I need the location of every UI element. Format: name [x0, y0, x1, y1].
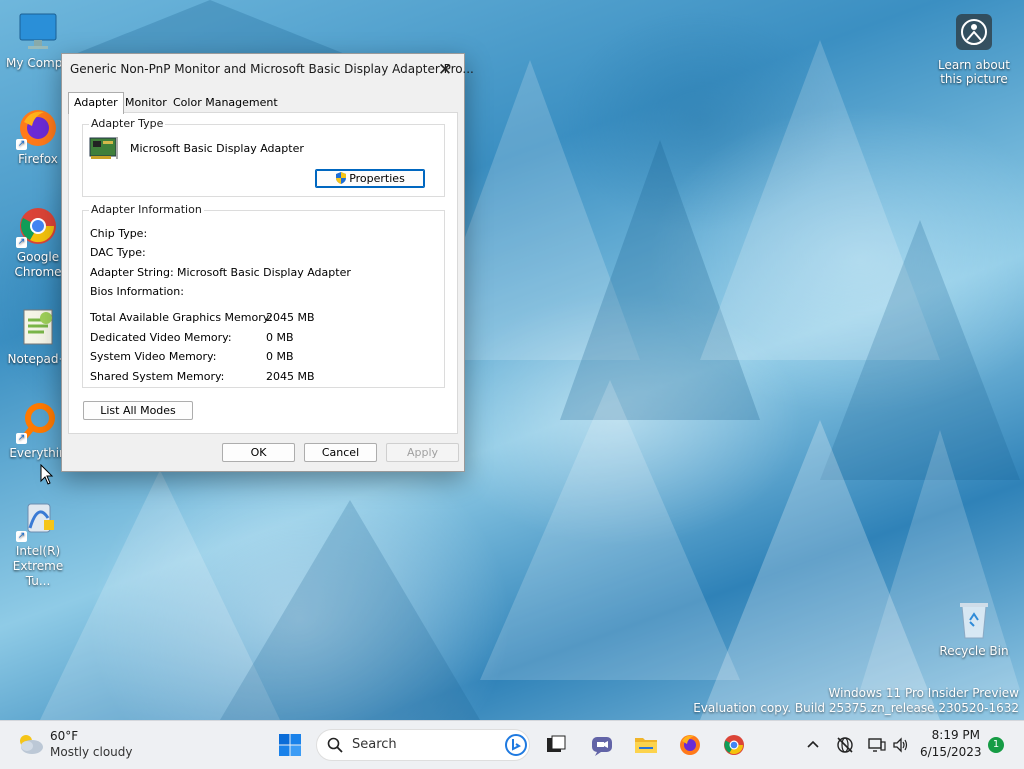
- evaluation-watermark: Windows 11 Pro Insider Preview Evaluatio…: [693, 686, 1019, 716]
- network-icon: [868, 738, 886, 752]
- display-adapter-card-icon: [89, 135, 119, 161]
- tab-color-management[interactable]: Color Management: [168, 94, 283, 112]
- adapter-tab-panel: Adapter Type Microsoft Basic Display Ada…: [68, 112, 458, 434]
- shortcut-arrow-icon: ↗: [16, 433, 27, 444]
- chrome-icon: ↗: [16, 204, 60, 248]
- adapter-string-label: Adapter String:: [90, 266, 174, 279]
- desktop-icon-intel-xtu[interactable]: ↗ Intel(R) Extreme Tu...: [0, 498, 76, 589]
- system-video-memory-label: System Video Memory:: [90, 350, 217, 363]
- total-graphics-memory-label: Total Available Graphics Memory:: [90, 311, 273, 324]
- notepad-plus-plus-icon: [16, 306, 60, 350]
- desktop-icon-recycle-bin[interactable]: Recycle Bin: [936, 598, 1012, 659]
- total-graphics-memory-value: 2045 MB: [266, 311, 315, 324]
- teams-chat-button[interactable]: [590, 733, 614, 757]
- close-icon: ✕: [437, 60, 453, 80]
- weather-desc: Mostly cloudy: [50, 745, 133, 759]
- chrome-taskbar-button[interactable]: [722, 733, 746, 757]
- tray-no-internet[interactable]: [836, 736, 854, 754]
- shortcut-arrow-icon: ↗: [16, 531, 27, 542]
- uac-shield-icon: [335, 172, 347, 184]
- chip-type-label: Chip Type:: [90, 227, 148, 240]
- tab-adapter[interactable]: Adapter: [68, 92, 124, 114]
- bing-icon: [505, 734, 527, 756]
- globe-no-internet-icon: [837, 737, 853, 753]
- speaker-icon: [893, 737, 908, 753]
- shared-system-memory-value: 2045 MB: [266, 370, 315, 383]
- intel-xtu-icon: ↗: [16, 498, 60, 542]
- tray-network[interactable]: [868, 736, 886, 754]
- dedicated-video-memory-value: 0 MB: [266, 331, 294, 344]
- task-view-icon: [547, 735, 566, 752]
- shortcut-arrow-icon: ↗: [16, 237, 27, 248]
- list-all-modes-button[interactable]: List All Modes: [83, 401, 193, 420]
- everything-search-icon: ↗: [16, 400, 60, 444]
- adapter-name: Microsoft Basic Display Adapter: [130, 142, 304, 155]
- watermark-line-1: Windows 11 Pro Insider Preview: [828, 686, 1019, 700]
- adapter-information-group: Adapter Information Chip Type: DAC Type:…: [82, 203, 445, 388]
- cloud-icon: [16, 733, 44, 755]
- chrome-icon: [724, 735, 744, 755]
- close-button[interactable]: ✕: [434, 59, 456, 81]
- recycle-bin-icon: [952, 598, 996, 642]
- teams-chat-icon: [592, 737, 612, 756]
- learn-about-this-picture[interactable]: Learn about this picture: [936, 12, 1012, 86]
- chevron-up-icon: [807, 740, 819, 748]
- firefox-taskbar-button[interactable]: [678, 733, 702, 757]
- shared-system-memory-label: Shared System Memory:: [90, 370, 225, 383]
- clock-time: 8:19 PM: [931, 728, 980, 742]
- dedicated-video-memory-label: Dedicated Video Memory:: [90, 331, 232, 344]
- taskbar: 60°F Mostly cloudy Search 8:19 PM 6/15/2…: [0, 720, 1024, 769]
- computer-icon: [16, 10, 60, 54]
- search-placeholder: Search: [352, 737, 397, 752]
- tray-volume[interactable]: [892, 736, 910, 754]
- file-explorer-button[interactable]: [634, 733, 658, 757]
- cancel-button[interactable]: Cancel: [304, 443, 377, 462]
- task-view-button[interactable]: [544, 733, 568, 757]
- firefox-icon: ↗: [16, 106, 60, 150]
- clock[interactable]: 8:19 PM 6/15/2023: [920, 727, 982, 761]
- watermark-line-2: Evaluation copy. Build 25375.zn_release.…: [693, 701, 1019, 715]
- weather-temp: 60°F: [50, 729, 79, 743]
- dialog-title: Generic Non-PnP Monitor and Microsoft Ba…: [70, 62, 474, 76]
- camera-info-icon: [952, 12, 996, 56]
- adapter-type-group: Adapter Type Microsoft Basic Display Ada…: [82, 117, 445, 197]
- dac-type-label: DAC Type:: [90, 246, 146, 259]
- properties-button[interactable]: Properties: [315, 169, 425, 188]
- taskbar-search-box[interactable]: Search: [316, 729, 530, 761]
- windows-logo-icon: [279, 734, 301, 756]
- adapter-string-value: Microsoft Basic Display Adapter: [177, 266, 351, 279]
- group-label: Adapter Type: [89, 117, 166, 130]
- group-label: Adapter Information: [89, 203, 204, 216]
- search-icon: [327, 737, 343, 753]
- system-video-memory-value: 0 MB: [266, 350, 294, 363]
- tab-monitor[interactable]: Monitor: [120, 94, 172, 112]
- show-hidden-icons-button[interactable]: [804, 736, 822, 754]
- clock-date: 6/15/2023: [920, 745, 982, 759]
- mouse-cursor-icon: [40, 463, 54, 486]
- notification-badge[interactable]: 1: [988, 737, 1004, 753]
- properties-label: Properties: [349, 172, 405, 185]
- notification-count: 1: [992, 739, 1000, 750]
- firefox-icon: [680, 735, 700, 755]
- bios-information-label: Bios Information:: [90, 285, 184, 298]
- start-button[interactable]: [278, 733, 302, 757]
- display-adapter-properties-dialog: Generic Non-PnP Monitor and Microsoft Ba…: [61, 53, 474, 472]
- apply-button[interactable]: Apply: [386, 443, 459, 462]
- shortcut-arrow-icon: ↗: [16, 139, 27, 150]
- ok-button[interactable]: OK: [222, 443, 295, 462]
- folder-icon: [635, 738, 657, 753]
